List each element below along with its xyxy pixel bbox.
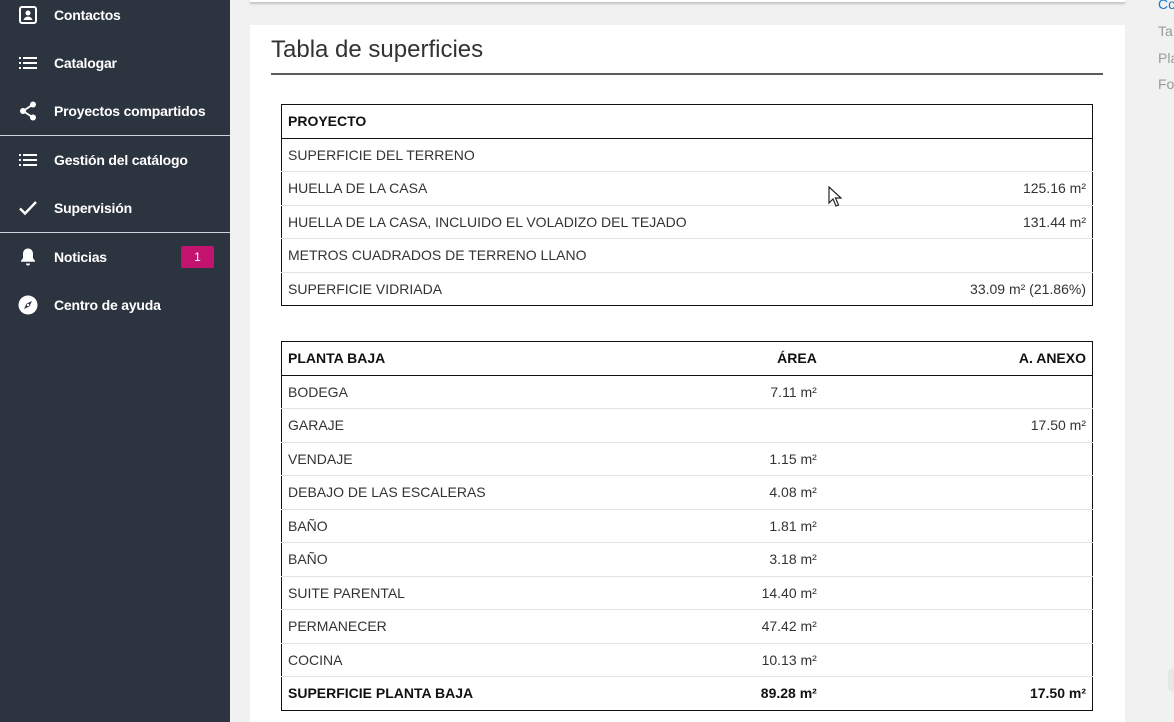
table-header: A. ANEXO — [822, 341, 1093, 376]
sidebar-item-contactos[interactable]: Contactos — [0, 0, 230, 35]
row-value — [899, 138, 1093, 172]
row-area: 4.08 m² — [652, 475, 823, 510]
sidebar-item-label: Gestión del catálogo — [54, 152, 188, 168]
sidebar-item-label: Proyectos compartidos — [54, 103, 206, 119]
table-row: SUITE PARENTAL 14.40 m² — [281, 576, 1093, 610]
total-area: 89.28 m² — [652, 676, 823, 710]
row-value: 125.16 m² — [899, 171, 1093, 206]
page-title: Tabla de superficies — [271, 36, 484, 63]
toc-item[interactable]: Fo — [1158, 76, 1174, 92]
sidebar-item-label: Supervisión — [54, 200, 132, 216]
row-label: SUPERFICIE VIDRIADA — [288, 280, 443, 297]
proyecto-table: PROYECTO SUPERFICIE DEL TERRENO HUELLA D… — [281, 104, 1093, 306]
sidebar-item-label: Contactos — [54, 7, 121, 23]
toc-item[interactable]: Co — [1158, 0, 1174, 12]
row-label: METROS CUADRADOS DE TERRENO LLANO — [281, 238, 900, 273]
table-row: HUELLA DE LA CASA 125.16 m² — [281, 171, 1093, 206]
row-label: BAÑO — [281, 509, 653, 543]
row-anexo — [822, 475, 1093, 510]
row-label: SUITE PARENTAL — [281, 576, 653, 610]
row-label: BAÑO — [281, 542, 653, 577]
toc-item[interactable]: Pla — [1158, 50, 1174, 66]
table-total-row: SUPERFICIE PLANTA BAJA 89.28 m² 17.50 m² — [281, 676, 1093, 710]
row-area: 7.11 m² — [652, 375, 823, 409]
table-row: GARAJE 17.50 m² — [281, 408, 1093, 443]
share-icon — [18, 101, 38, 121]
table-header: PLANTA BAJA — [281, 341, 653, 376]
row-value: 33.09 m² (21.86%) — [970, 280, 1086, 297]
row-anexo — [822, 442, 1093, 476]
row-area — [652, 408, 823, 443]
table-row: METROS CUADRADOS DE TERRENO LLANO — [281, 238, 1093, 273]
row-label: HUELLA DE LA CASA — [281, 171, 900, 206]
table-row: PERMANECER 47.42 m² — [281, 609, 1093, 644]
table-row: SUPERFICIE DEL TERRENO — [281, 138, 1093, 172]
row-anexo — [822, 609, 1093, 644]
table-of-contents: Co Ta Pla Fo — [1142, 0, 1174, 100]
title-divider — [271, 73, 1103, 75]
total-anexo: 17.50 m² — [822, 676, 1093, 710]
row-anexo — [822, 375, 1093, 409]
sidebar-item-proyectos-compartidos[interactable]: Proyectos compartidos — [0, 91, 230, 131]
surfaces-card: Tabla de superficies PROYECTO SUPERFICIE… — [250, 25, 1125, 722]
list-icon — [18, 150, 38, 170]
sidebar-item-supervision[interactable]: Supervisión — [0, 188, 230, 228]
floating-widget-tab[interactable] — [1168, 668, 1174, 692]
check-icon — [18, 198, 38, 218]
sidebar-item-label: Centro de ayuda — [54, 297, 161, 313]
row-area: 10.13 m² — [652, 643, 823, 677]
table-row: VENDAJE 1.15 m² — [281, 442, 1093, 476]
row-value: 131.44 m² — [899, 205, 1093, 239]
sidebar-divider — [0, 232, 230, 233]
table-header-row: PROYECTO — [281, 104, 1093, 139]
compass-icon — [18, 295, 38, 315]
row-label: COCINA — [281, 643, 653, 677]
row-label: BODEGA — [281, 375, 653, 409]
table-row: BAÑO 1.81 m² — [281, 509, 1093, 543]
row-anexo: 17.50 m² — [822, 408, 1093, 443]
table-header: PROYECTO — [281, 104, 1093, 139]
row-value — [899, 238, 1093, 273]
table-row: SUPERFICIE VIDRIADA 33.09 m² (21.86%) — [282, 272, 1093, 306]
bell-icon — [18, 247, 38, 267]
row-label: HUELLA DE LA CASA, INCLUIDO EL VOLADIZO … — [281, 205, 900, 239]
sidebar: Contactos Catalogar Proyectos compartido… — [0, 0, 230, 722]
row-area: 3.18 m² — [652, 542, 823, 577]
table-header: ÁREA — [652, 341, 823, 376]
row-label: PERMANECER — [281, 609, 653, 644]
mouse-cursor-icon — [828, 185, 843, 208]
list-icon — [18, 53, 38, 73]
sidebar-divider — [0, 135, 230, 136]
table-header-row: PLANTA BAJA ÁREA A. ANEXO — [281, 341, 1093, 376]
row-label: GARAJE — [281, 408, 653, 443]
previous-card-edge — [250, 0, 1125, 3]
table-row: COCINA 10.13 m² — [281, 643, 1093, 677]
planta-baja-table: PLANTA BAJA ÁREA A. ANEXO BODEGA 7.11 m²… — [281, 341, 1093, 711]
row-anexo — [822, 643, 1093, 677]
sidebar-item-centro-ayuda[interactable]: Centro de ayuda — [0, 285, 230, 325]
notification-badge: 1 — [181, 246, 214, 268]
total-label: SUPERFICIE PLANTA BAJA — [281, 676, 653, 710]
table-row: BODEGA 7.11 m² — [281, 375, 1093, 409]
row-area: 1.81 m² — [652, 509, 823, 543]
row-area: 14.40 m² — [652, 576, 823, 610]
row-label: DEBAJO DE LAS ESCALERAS — [281, 475, 653, 510]
table-row: DEBAJO DE LAS ESCALERAS 4.08 m² — [281, 475, 1093, 510]
contact-card-icon — [18, 5, 38, 25]
sidebar-item-gestion-catalogo[interactable]: Gestión del catálogo — [0, 140, 230, 180]
row-area: 47.42 m² — [652, 609, 823, 644]
toc-item[interactable]: Ta — [1158, 23, 1173, 39]
row-label: SUPERFICIE DEL TERRENO — [281, 138, 900, 172]
row-area: 1.15 m² — [652, 442, 823, 476]
sidebar-item-label: Noticias — [54, 249, 107, 265]
row-anexo — [822, 509, 1093, 543]
sidebar-item-noticias[interactable]: Noticias 1 — [0, 237, 230, 277]
row-anexo — [822, 542, 1093, 577]
sidebar-item-catalogar[interactable]: Catalogar — [0, 43, 230, 83]
row-label: VENDAJE — [281, 442, 653, 476]
sidebar-item-label: Catalogar — [54, 55, 117, 71]
row-anexo — [822, 576, 1093, 610]
table-row: HUELLA DE LA CASA, INCLUIDO EL VOLADIZO … — [281, 205, 1093, 239]
table-row: BAÑO 3.18 m² — [281, 542, 1093, 577]
